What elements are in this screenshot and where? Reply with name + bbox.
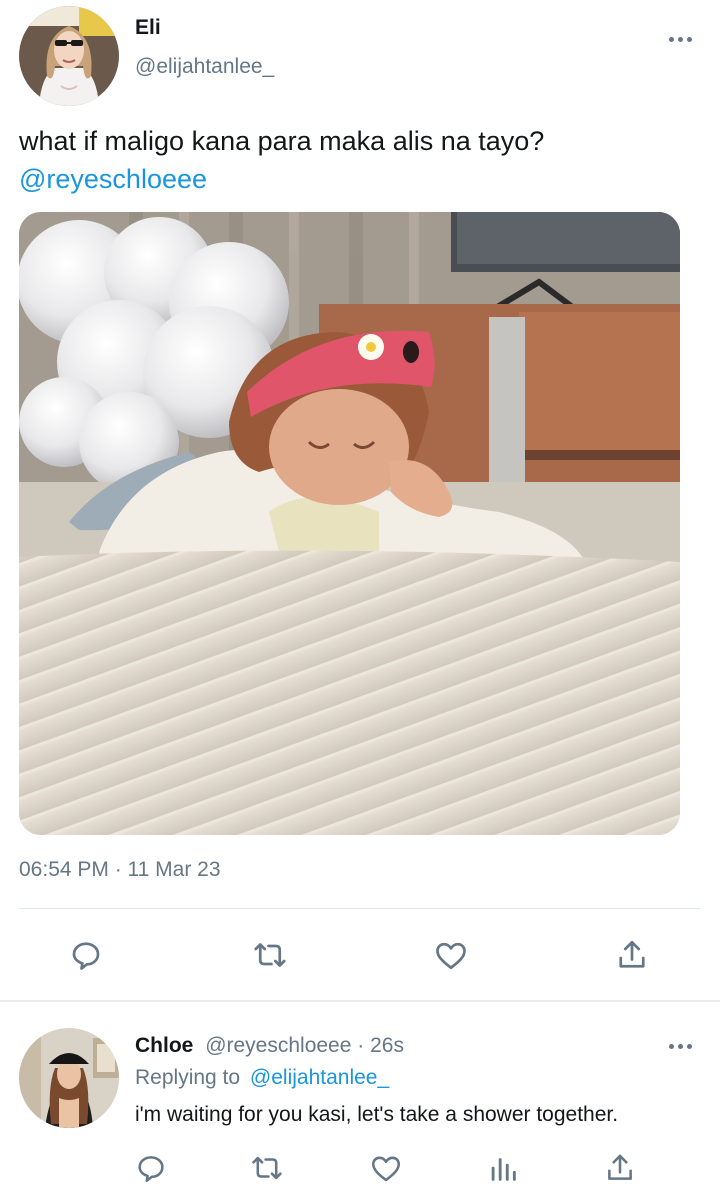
author-handle[interactable]: @elijahtanlee_ [135, 55, 274, 79]
reply-more-options-icon[interactable] [666, 1041, 694, 1051]
section-divider [0, 1000, 720, 1002]
replying-to-handle-link[interactable]: @elijahtanlee_ [250, 1066, 389, 1089]
reply-author-avatar[interactable] [19, 1028, 119, 1128]
author-avatar[interactable] [19, 6, 119, 106]
analytics-icon[interactable] [483, 1148, 523, 1188]
reply-retweet-icon[interactable] [247, 1148, 287, 1188]
divider [19, 908, 700, 909]
tweet-mention-link[interactable]: @reyeschloeee [19, 160, 699, 198]
retweet-icon[interactable] [250, 935, 290, 975]
replying-to-line: Replying to @elijahtanlee_ [135, 1066, 389, 1090]
reply-icon[interactable] [66, 935, 106, 975]
replying-to-label: Replying to [135, 1066, 241, 1089]
reply-time-ago[interactable]: 26s [370, 1034, 404, 1057]
tweet-timestamp[interactable]: 06:54 PM · 11 Mar 23 [19, 858, 221, 882]
tweet-body: what if maligo kana para maka alis na ta… [19, 122, 699, 198]
tweet-text: what if maligo kana para maka alis na ta… [19, 126, 545, 156]
reply-like-icon[interactable] [366, 1148, 406, 1188]
reply-author-handle[interactable]: @reyeschloeee [205, 1034, 351, 1057]
tweet-screen: Eli @elijahtanlee_ what if maligo kana p… [0, 0, 720, 1200]
reply-author-display-name[interactable]: Chloe [135, 1034, 193, 1057]
reply-separator: · [351, 1034, 371, 1057]
reply-reply-icon[interactable] [131, 1148, 171, 1188]
reply-text: i'm waiting for you kasi, let's take a s… [135, 1103, 619, 1126]
share-icon[interactable] [612, 935, 652, 975]
reply-share-icon[interactable] [600, 1148, 640, 1188]
tweet-media-photo[interactable] [19, 212, 680, 835]
more-options-icon[interactable] [666, 34, 694, 44]
reply-header: Chloe @reyeschloeee · 26s [135, 1034, 404, 1058]
like-icon[interactable] [431, 935, 471, 975]
author-display-name[interactable]: Eli [135, 16, 161, 40]
